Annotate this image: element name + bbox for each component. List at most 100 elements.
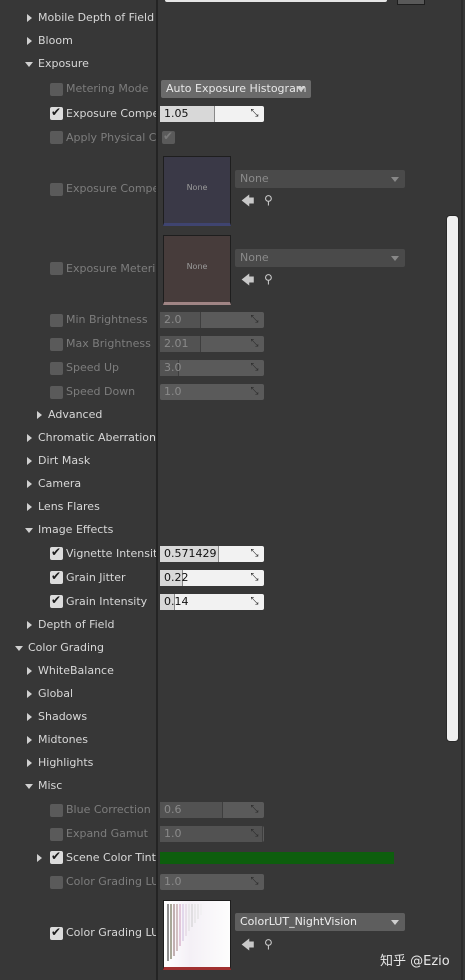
lut-intensity-input[interactable]: 1.0 ⤡ (160, 874, 264, 890)
max-brightness-checkbox[interactable] (50, 338, 63, 351)
tree-item-color-grading[interactable]: Color Grading (28, 641, 104, 654)
browse-search-icon[interactable]: ⚲ (264, 937, 273, 951)
tree-item-camera[interactable]: Camera (38, 477, 81, 490)
expand-arrow-icon[interactable] (27, 713, 32, 721)
expand-arrow-icon[interactable] (27, 457, 32, 465)
apply-physical-checkbox[interactable] (50, 131, 63, 144)
expand-arrow-icon[interactable] (27, 759, 32, 767)
resize-icon: ⤡ (250, 876, 259, 887)
exposure-mask-checkbox[interactable] (50, 262, 63, 275)
grain-intensity-label: Grain Intensity (66, 595, 148, 608)
tree-item-dirt-mask[interactable]: Dirt Mask (38, 454, 90, 467)
lut-dropdown[interactable]: ColorLUT_NightVision (235, 913, 405, 931)
speed-down-value: 1.0 (164, 385, 182, 398)
exposure-curve-dropdown[interactable]: None (235, 170, 405, 188)
speed-up-input[interactable]: 3.0 ⤡ (160, 360, 264, 376)
tree-item-misc[interactable]: Misc (38, 779, 62, 792)
expand-arrow-icon[interactable] (27, 690, 32, 698)
scene-color-tint-label: Scene Color Tint (66, 851, 156, 864)
tree-item-white-balance[interactable]: WhiteBalance (38, 664, 114, 677)
vignette-input[interactable]: 0.571429 ⤡ (160, 546, 264, 562)
expand-arrow-icon[interactable] (37, 411, 42, 419)
tree-item-chromatic-aberration[interactable]: Chromatic Aberration (38, 431, 156, 444)
tree-item-mobile-dof[interactable]: Mobile Depth of Field (38, 11, 154, 24)
tree-item-bloom[interactable]: Bloom (38, 34, 73, 47)
grain-intensity-input[interactable]: 0.14 ⤡ (160, 594, 264, 610)
use-selected-icon[interactable]: 🡄 (241, 271, 254, 293)
grain-jitter-checkbox[interactable]: ✔ (50, 569, 63, 584)
exposure-comp-input[interactable]: 1.05 ⤡ (160, 106, 264, 122)
resize-icon: ⤡ (250, 804, 259, 815)
grain-intensity-checkbox[interactable]: ✔ (50, 593, 63, 608)
expand-arrow-icon[interactable] (27, 667, 32, 675)
expand-arrow-icon[interactable] (27, 480, 32, 488)
exposure-curve-checkbox[interactable] (50, 183, 63, 196)
vignette-value: 0.571429 (164, 547, 217, 560)
grain-jitter-value: 0.22 (164, 571, 189, 584)
expand-arrow-icon[interactable] (27, 37, 32, 45)
use-selected-icon[interactable]: 🡄 (241, 192, 254, 214)
min-brightness-input[interactable]: 2.0 ⤡ (160, 312, 264, 328)
expand-gamut-label: Expand Gamut (66, 827, 148, 840)
metering-mode-checkbox[interactable] (50, 83, 63, 96)
expand-arrow-icon[interactable] (27, 434, 32, 442)
exposure-comp-checkbox[interactable]: ✔ (50, 105, 63, 120)
exposure-mask-combo-value: None (240, 251, 269, 264)
browse-search-icon[interactable]: ⚲ (264, 272, 273, 286)
speed-down-checkbox[interactable] (50, 386, 63, 399)
collapse-arrow-icon[interactable] (15, 646, 23, 651)
grain-jitter-input[interactable]: 0.22 ⤡ (160, 570, 264, 586)
expand-gamut-input[interactable]: 1.0 ⤡ (160, 826, 264, 842)
expand-arrow-icon[interactable] (27, 621, 32, 629)
chevron-down-icon (391, 920, 399, 925)
scene-color-tint-swatch[interactable] (160, 852, 394, 864)
tree-item-lens-flares[interactable]: Lens Flares (38, 500, 100, 513)
blue-correction-label: Blue Correction (66, 803, 151, 816)
vignette-checkbox[interactable]: ✔ (50, 545, 63, 560)
thumbnail-label: None (186, 262, 208, 271)
expand-arrow-icon[interactable] (37, 854, 42, 862)
scene-color-tint-checkbox[interactable]: ✔ (50, 849, 63, 864)
lut-intensity-checkbox[interactable] (50, 876, 63, 889)
expand-gamut-checkbox[interactable] (50, 828, 63, 841)
expand-gamut-value: 1.0 (164, 827, 182, 840)
thumbnail-label: None (186, 183, 208, 192)
collapse-arrow-icon[interactable] (25, 784, 33, 789)
exposure-mask-thumbnail[interactable]: None (163, 235, 231, 305)
expand-arrow-icon[interactable] (27, 503, 32, 511)
min-brightness-checkbox[interactable] (50, 314, 63, 327)
lut-thumbnail[interactable] (163, 900, 231, 970)
speed-up-checkbox[interactable] (50, 362, 63, 375)
min-brightness-label: Min Brightness (66, 313, 148, 326)
tree-item-global[interactable]: Global (38, 687, 73, 700)
scrollbar-thumb[interactable] (446, 215, 459, 742)
tree-item-exposure[interactable]: Exposure (38, 57, 89, 70)
exposure-curve-thumbnail[interactable]: None (163, 156, 231, 226)
scrollbar-rail (461, 0, 463, 980)
max-brightness-input[interactable]: 2.01 ⤡ (160, 336, 264, 352)
expand-arrow-icon[interactable] (27, 736, 32, 744)
metering-mode-dropdown[interactable]: Auto Exposure Histogram (161, 80, 311, 98)
search-box-edge[interactable] (165, 0, 387, 2)
tree-item-depth-of-field[interactable]: Depth of Field (38, 618, 115, 631)
use-selected-icon[interactable]: 🡄 (241, 936, 254, 958)
speed-down-input[interactable]: 1.0 ⤡ (160, 384, 264, 400)
apply-physical-value-checkbox[interactable]: ✔ (162, 129, 175, 144)
collapse-arrow-icon[interactable] (25, 62, 33, 67)
tree-item-midtones[interactable]: Midtones (38, 733, 88, 746)
tree-item-highlights[interactable]: Highlights (38, 756, 93, 769)
lut-preview-graphic (167, 904, 202, 961)
exposure-mask-dropdown[interactable]: None (235, 249, 405, 267)
lut-checkbox[interactable]: ✔ (50, 925, 63, 940)
collapse-arrow-icon[interactable] (25, 528, 33, 533)
blue-correction-input[interactable]: 0.6 ⤡ (160, 802, 264, 818)
blue-correction-checkbox[interactable] (50, 804, 63, 817)
tree-item-shadows[interactable]: Shadows (38, 710, 87, 723)
tree-item-advanced[interactable]: Advanced (48, 408, 102, 421)
browse-search-icon[interactable]: ⚲ (264, 193, 273, 207)
column-divider (156, 0, 158, 980)
check-icon: ✔ (51, 593, 62, 607)
expand-arrow-icon[interactable] (27, 14, 32, 22)
tree-item-image-effects[interactable]: Image Effects (38, 523, 113, 536)
settings-button-edge[interactable] (397, 0, 425, 5)
